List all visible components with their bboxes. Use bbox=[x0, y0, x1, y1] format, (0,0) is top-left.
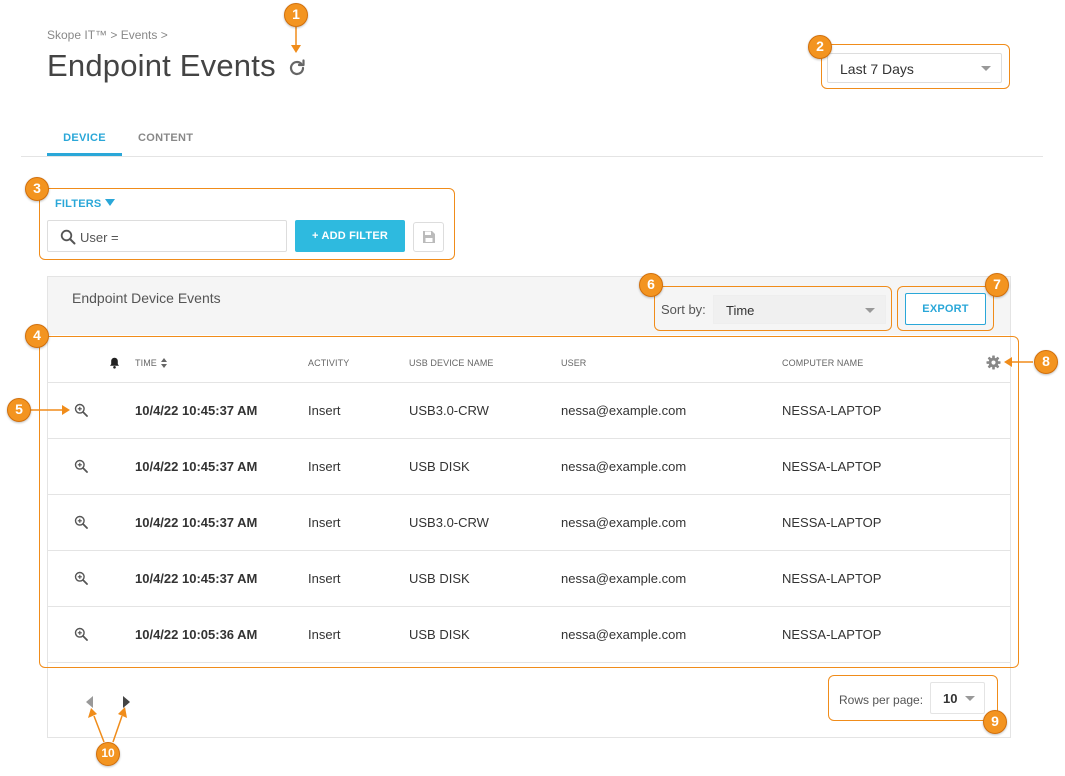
cell-activity: Insert bbox=[308, 403, 341, 418]
search-icon bbox=[60, 229, 76, 245]
active-tab-indicator bbox=[47, 153, 122, 156]
tab-content[interactable]: CONTENT bbox=[138, 132, 193, 144]
filter-search-box[interactable] bbox=[47, 220, 287, 252]
chevron-down-icon bbox=[965, 696, 975, 701]
cell-computer-name: NESSA-LAPTOP bbox=[782, 403, 882, 418]
column-header-activity: ACTIVITY bbox=[308, 358, 350, 368]
gear-icon[interactable] bbox=[986, 355, 1001, 370]
cell-time: 10/4/22 10:45:37 AM bbox=[135, 459, 258, 474]
callout-badge-10: 10 bbox=[96, 742, 120, 766]
column-header-computer-name: COMPUTER NAME bbox=[782, 358, 864, 368]
table-header-row: TIME ACTIVITY USB DEVICE NAME USER COMPU… bbox=[48, 343, 1010, 383]
bell-icon[interactable] bbox=[109, 357, 120, 369]
filter-search-input[interactable] bbox=[80, 227, 280, 247]
next-page-icon[interactable] bbox=[123, 696, 130, 708]
cell-user: nessa@example.com bbox=[561, 571, 687, 586]
callout-badge-3: 3 bbox=[25, 177, 49, 201]
filters-toggle[interactable]: FILTERS bbox=[55, 198, 116, 210]
sort-by-value: Time bbox=[726, 303, 755, 318]
caret-down-icon bbox=[105, 199, 116, 206]
cell-activity: Insert bbox=[308, 515, 341, 530]
sort-by-label: Sort by: bbox=[661, 302, 706, 317]
cell-activity: Insert bbox=[308, 571, 341, 586]
save-filter-button[interactable] bbox=[413, 222, 444, 252]
date-range-value: Last 7 Days bbox=[840, 61, 914, 77]
zoom-in-icon[interactable] bbox=[74, 627, 88, 641]
cell-time: 10/4/22 10:45:37 AM bbox=[135, 571, 258, 586]
page-title: Endpoint Events bbox=[47, 48, 276, 83]
table-row[interactable]: 10/4/22 10:45:37 AM Insert USB DISK ness… bbox=[48, 439, 1010, 495]
tab-device[interactable]: DEVICE bbox=[47, 132, 122, 144]
column-header-usb-device-name: USB DEVICE NAME bbox=[409, 358, 494, 368]
column-header-time[interactable]: TIME bbox=[135, 358, 167, 368]
cell-activity: Insert bbox=[308, 459, 341, 474]
callout-badge-9: 9 bbox=[983, 710, 1007, 734]
tabs-divider bbox=[21, 156, 1043, 157]
refresh-icon[interactable] bbox=[286, 57, 308, 79]
save-icon bbox=[423, 231, 435, 243]
zoom-in-icon[interactable] bbox=[74, 571, 88, 585]
callout-badge-7: 7 bbox=[985, 273, 1009, 297]
callout-badge-6: 6 bbox=[639, 273, 663, 297]
zoom-in-icon[interactable] bbox=[74, 515, 88, 529]
rows-per-page-label: Rows per page: bbox=[839, 693, 924, 707]
cell-usb-device-name: USB3.0-CRW bbox=[409, 403, 489, 418]
cell-time: 10/4/22 10:45:37 AM bbox=[135, 403, 258, 418]
zoom-in-icon[interactable] bbox=[74, 403, 88, 417]
add-filter-button[interactable]: + ADD FILTER bbox=[295, 220, 405, 252]
table-row[interactable]: 10/4/22 10:45:37 AM Insert USB DISK ness… bbox=[48, 551, 1010, 607]
cell-user: nessa@example.com bbox=[561, 627, 687, 642]
table-row[interactable]: 10/4/22 10:45:37 AM Insert USB3.0-CRW ne… bbox=[48, 383, 1010, 439]
breadcrumb[interactable]: Skope IT™ > Events > bbox=[47, 28, 168, 42]
export-button[interactable]: EXPORT bbox=[905, 293, 986, 325]
cell-computer-name: NESSA-LAPTOP bbox=[782, 571, 882, 586]
previous-page-icon[interactable] bbox=[86, 696, 93, 708]
cell-user: nessa@example.com bbox=[561, 403, 687, 418]
date-range-select[interactable]: Last 7 Days bbox=[827, 53, 1002, 83]
callout-badge-1: 1 bbox=[284, 3, 308, 27]
cell-usb-device-name: USB3.0-CRW bbox=[409, 515, 489, 530]
cell-usb-device-name: USB DISK bbox=[409, 627, 470, 642]
sort-arrows-icon bbox=[160, 358, 167, 368]
callout-badge-8: 8 bbox=[1034, 350, 1058, 374]
cell-user: nessa@example.com bbox=[561, 459, 687, 474]
cell-usb-device-name: USB DISK bbox=[409, 459, 470, 474]
cell-computer-name: NESSA-LAPTOP bbox=[782, 459, 882, 474]
rows-per-page-value: 10 bbox=[943, 691, 958, 706]
cell-time: 10/4/22 10:45:37 AM bbox=[135, 515, 258, 530]
callout-badge-2: 2 bbox=[808, 35, 832, 59]
cell-computer-name: NESSA-LAPTOP bbox=[782, 515, 882, 530]
cell-usb-device-name: USB DISK bbox=[409, 571, 470, 586]
cell-user: nessa@example.com bbox=[561, 515, 687, 530]
sort-by-select[interactable]: Time bbox=[713, 295, 886, 324]
table-row[interactable]: 10/4/22 10:45:37 AM Insert USB3.0-CRW ne… bbox=[48, 495, 1010, 551]
column-header-user: USER bbox=[561, 358, 587, 368]
table-row[interactable]: 10/4/22 10:05:36 AM Insert USB DISK ness… bbox=[48, 607, 1010, 663]
chevron-down-icon bbox=[865, 308, 875, 313]
callout-badge-5: 5 bbox=[7, 398, 31, 422]
cell-computer-name: NESSA-LAPTOP bbox=[782, 627, 882, 642]
cell-activity: Insert bbox=[308, 627, 341, 642]
rows-per-page-select[interactable]: 10 bbox=[930, 682, 985, 714]
cell-time: 10/4/22 10:05:36 AM bbox=[135, 627, 258, 642]
filters-label: FILTERS bbox=[55, 198, 102, 210]
callout-badge-4: 4 bbox=[25, 324, 49, 348]
column-header-time-label: TIME bbox=[135, 358, 157, 368]
panel-title: Endpoint Device Events bbox=[72, 290, 221, 306]
zoom-in-icon[interactable] bbox=[74, 459, 88, 473]
chevron-down-icon bbox=[981, 66, 991, 71]
